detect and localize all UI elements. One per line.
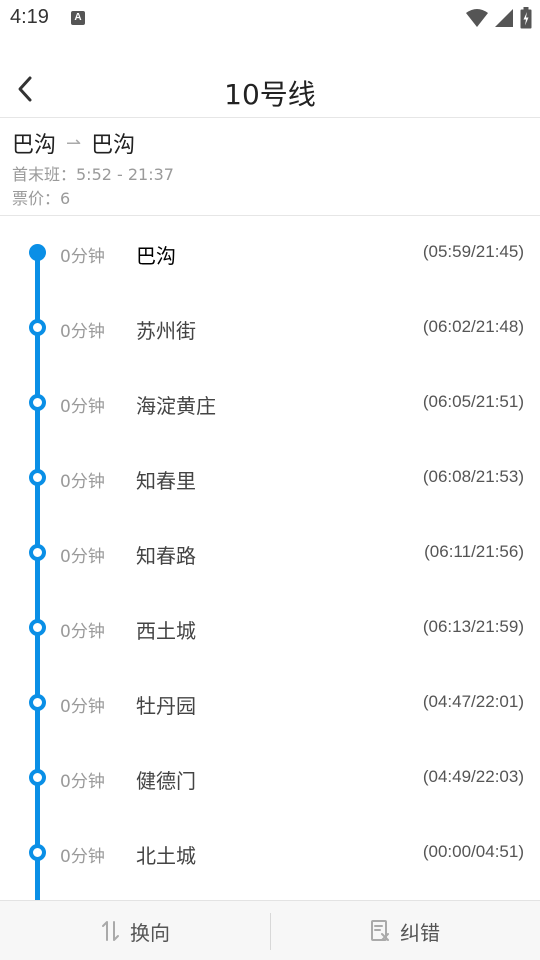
first-last-train: 首末班：5:52 - 21:37 — [12, 165, 174, 184]
bottom-divider — [270, 913, 271, 950]
station-name: 北土城 — [136, 844, 196, 868]
swap-arrows-icon — [102, 921, 119, 941]
station-name: 海淀黄庄 — [136, 394, 216, 418]
station-row[interactable]: 0分钟 巴沟 (05:59/21:45) — [0, 216, 540, 291]
station-name: 知春里 — [136, 469, 196, 493]
station-dot-icon — [29, 244, 46, 261]
station-times: (06:02/21:48) — [422, 317, 524, 336]
notification-a-icon: A — [71, 11, 85, 25]
station-times: (04:47/22:01) — [422, 692, 524, 711]
direction-arrow-icon: ⇀ — [66, 132, 82, 154]
wifi-icon — [466, 9, 488, 27]
station-wait-time: 0分钟 — [60, 622, 105, 642]
station-name: 苏州街 — [136, 319, 196, 343]
station-name: 知春路 — [136, 544, 196, 568]
reverse-label: 换向 — [130, 920, 170, 945]
station-row[interactable]: 0分钟 苏州街 (06:02/21:48) — [0, 291, 540, 366]
route-from: 巴沟 — [12, 133, 57, 158]
station-times: (06:11/21:56) — [424, 542, 524, 561]
station-name: 巴沟 — [136, 244, 176, 268]
station-times: (05:59/21:45) — [422, 242, 524, 261]
station-name: 健德门 — [136, 769, 196, 793]
report-icon — [371, 920, 389, 941]
station-row[interactable]: 0分钟 西土城 (06:13/21:59) — [0, 591, 540, 666]
station-dot-icon — [29, 844, 46, 861]
bottom-bar: 换向 纠错 — [0, 900, 540, 960]
station-row[interactable]: 0分钟 牡丹园 (04:47/22:01) — [0, 666, 540, 741]
station-list[interactable]: 0分钟 巴沟 (05:59/21:45) 0分钟 苏州街 (06:02/21:48) 0分钟… — [0, 216, 540, 900]
route-info: 巴沟 ⇀ 巴沟 首末班：5:52 - 21:37 票价：6 — [0, 118, 540, 216]
route-direction: 巴沟 ⇀ 巴沟 — [12, 127, 135, 159]
station-dot-icon — [29, 469, 46, 486]
station-name: 牡丹园 — [136, 694, 196, 718]
station-dot-icon — [29, 544, 46, 561]
station-row[interactable]: 0分钟 知春路 (06:11/21:56) — [0, 516, 540, 591]
status-icons — [466, 6, 532, 30]
station-times: (06:13/21:59) — [422, 617, 524, 636]
reverse-direction-button[interactable]: 换向 — [0, 901, 270, 960]
station-dot-icon — [29, 319, 46, 336]
station-wait-time: 0分钟 — [60, 697, 105, 717]
station-wait-time: 0分钟 — [60, 547, 105, 567]
station-wait-time: 0分钟 — [60, 472, 105, 492]
station-row[interactable]: 0分钟 健德门 (04:49/22:03) — [0, 741, 540, 816]
station-row[interactable]: 0分钟 海淀黄庄 (06:05/21:51) — [0, 366, 540, 441]
status-bar: 4:19 A — [0, 0, 540, 36]
station-times: (06:08/21:53) — [422, 467, 524, 486]
station-wait-time: 0分钟 — [60, 322, 105, 342]
battery-icon — [520, 7, 532, 29]
station-row[interactable]: 0分钟 知春里 (06:08/21:53) — [0, 441, 540, 516]
fare: 票价：6 — [12, 189, 71, 208]
station-name: 西土城 — [136, 619, 196, 643]
line-detail-screen: 4:19 A 10号线 巴沟 ⇀ 巴沟 首末班：5:52 - 21:37 票价：… — [0, 0, 540, 960]
station-wait-time: 0分钟 — [60, 772, 105, 792]
station-dot-icon — [29, 769, 46, 786]
station-dot-icon — [29, 694, 46, 711]
station-wait-time: 0分钟 — [60, 247, 105, 267]
station-dot-icon — [29, 394, 46, 411]
station-wait-time: 0分钟 — [60, 397, 105, 417]
status-time: 4:19 — [10, 6, 49, 28]
station-wait-time: 0分钟 — [60, 847, 105, 867]
page-title: 10号线 — [224, 78, 316, 111]
station-times: (06:05/21:51) — [422, 392, 524, 411]
report-error-button[interactable]: 纠错 — [270, 901, 540, 960]
station-row[interactable]: 0分钟 北土城 (00:00/04:51) — [0, 816, 540, 891]
header: 10号线 — [0, 60, 540, 118]
station-dot-icon — [29, 619, 46, 636]
station-times: (04:49/22:03) — [422, 767, 524, 786]
cell-signal-icon — [495, 9, 513, 27]
station-times: (00:00/04:51) — [422, 842, 524, 861]
report-label: 纠错 — [400, 920, 440, 945]
route-to: 巴沟 — [91, 133, 136, 158]
